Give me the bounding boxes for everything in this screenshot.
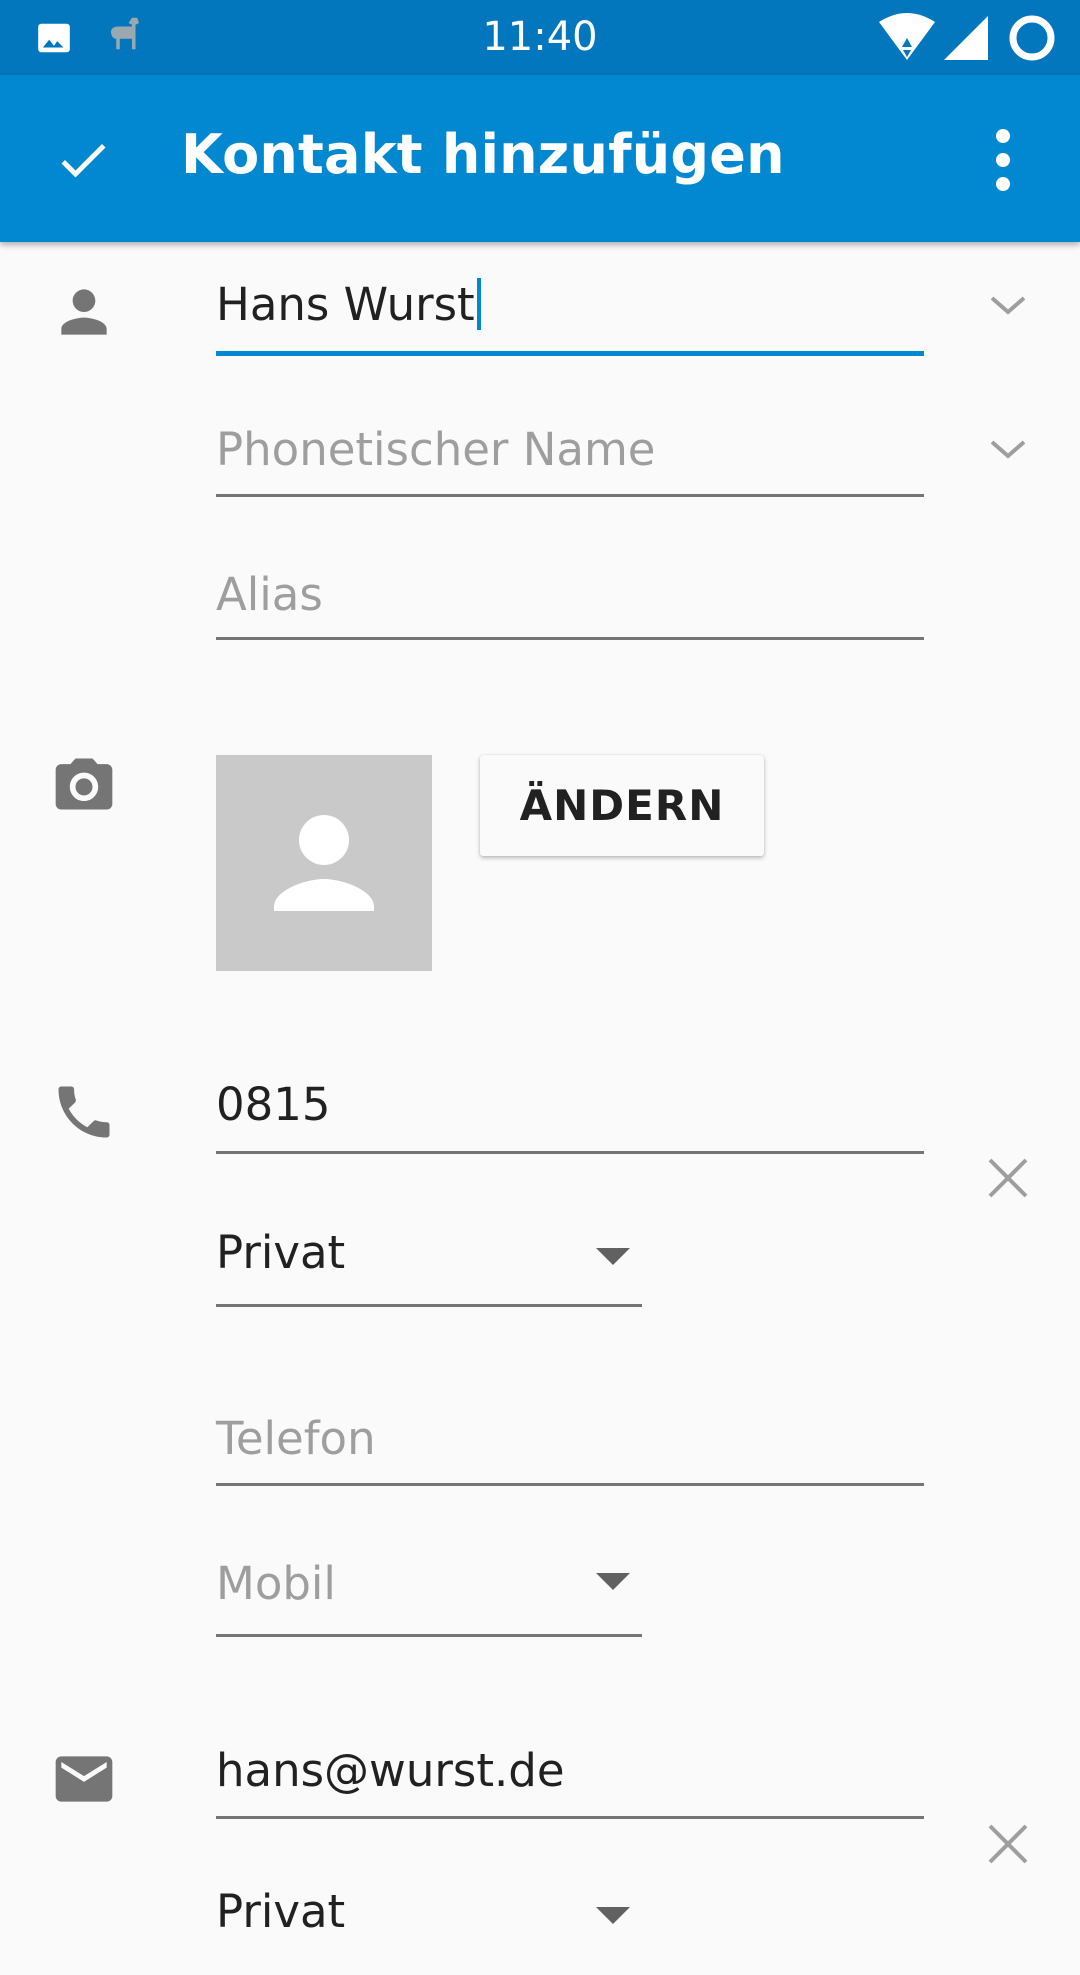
text-cursor: [476, 278, 481, 330]
new-phone-type-dropdown[interactable]: Mobil: [216, 1555, 642, 1645]
phonetic-underline: [216, 494, 924, 497]
email-underline: [216, 1816, 924, 1819]
alias-underline: [216, 637, 924, 640]
overflow-menu-icon[interactable]: [970, 117, 1036, 203]
signal-icon: [942, 14, 990, 62]
alias-field[interactable]: Alias: [216, 560, 924, 650]
name-field[interactable]: Hans Wurst: [216, 270, 924, 360]
alias-placeholder: Alias: [216, 568, 323, 621]
email-value: hans@wurst.de: [216, 1744, 565, 1797]
new-phone-type-placeholder: Mobil: [216, 1557, 336, 1610]
wifi-icon: [878, 12, 936, 62]
page-title: Kontakt hinzufügen: [181, 123, 785, 186]
dropdown-arrow-icon: [596, 1907, 630, 1924]
dropdown-arrow-icon: [596, 1248, 630, 1265]
phone-icon: [50, 1078, 118, 1146]
dropdown-arrow-icon: [596, 1573, 630, 1590]
phone-type-value: Privat: [216, 1226, 346, 1279]
phone-type-dropdown[interactable]: Privat: [216, 1222, 642, 1312]
camera-icon: [50, 750, 118, 818]
email-type-dropdown[interactable]: Privat: [216, 1885, 642, 1975]
avatar-silhouette-icon: [274, 815, 374, 911]
phonetic-name-placeholder: Phonetischer Name: [216, 423, 656, 476]
email-icon: [50, 1745, 118, 1813]
phone-field[interactable]: 0815: [216, 1075, 924, 1165]
person-icon: [50, 278, 118, 346]
phone-underline: [216, 1151, 924, 1154]
remove-email-close-icon[interactable]: [984, 1820, 1032, 1868]
expand-name-chevron-icon[interactable]: [984, 282, 1032, 330]
new-phone-placeholder: Telefon: [216, 1412, 376, 1465]
status-bar: 11:40: [0, 0, 1080, 75]
change-photo-button[interactable]: ÄNDERN: [480, 755, 764, 856]
contact-photo-placeholder[interactable]: [216, 755, 432, 971]
email-field[interactable]: hans@wurst.de: [216, 1742, 924, 1832]
app-bar: Kontakt hinzufügen: [0, 75, 1080, 242]
new-phone-type-underline: [216, 1634, 642, 1637]
phone-value: 0815: [216, 1078, 331, 1131]
phonetic-name-field[interactable]: Phonetischer Name: [216, 415, 924, 505]
new-phone-field[interactable]: Telefon: [216, 1410, 924, 1500]
new-phone-underline: [216, 1483, 924, 1486]
name-underline: [216, 351, 924, 356]
sync-ring-icon: [1008, 14, 1056, 62]
remove-phone-close-icon[interactable]: [984, 1154, 1032, 1202]
name-value: Hans Wurst: [216, 278, 475, 331]
phone-type-underline: [216, 1304, 642, 1307]
email-type-value: Privat: [216, 1885, 346, 1938]
expand-phonetic-chevron-icon[interactable]: [984, 426, 1032, 474]
check-icon[interactable]: [40, 117, 126, 203]
